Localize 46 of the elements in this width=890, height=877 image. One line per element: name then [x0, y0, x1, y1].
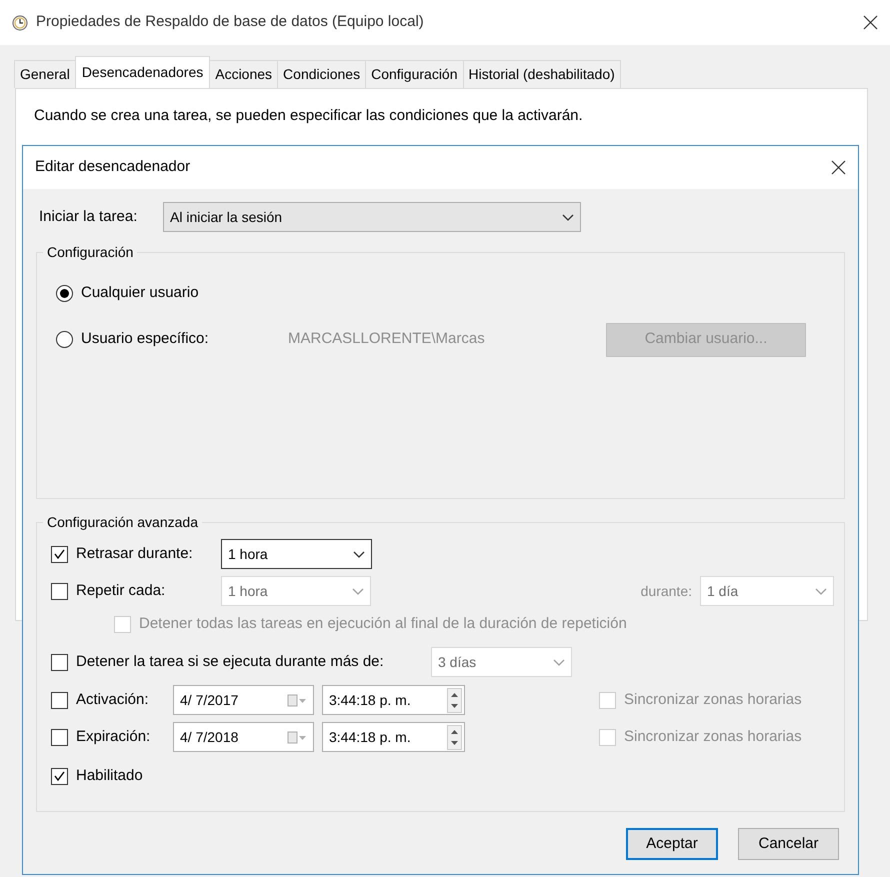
tab[interactable]: General	[14, 60, 76, 88]
spin-arrows-icon	[447, 724, 462, 750]
chevron-icon	[553, 658, 565, 666]
checkbox-label: Expiración:	[76, 726, 152, 747]
radio-button[interactable]	[56, 331, 73, 348]
checkbox-label: Habilitado	[76, 766, 143, 786]
start-task-label: Iniciar la tarea:	[39, 206, 138, 227]
dialog-button[interactable]: Cancelar	[738, 828, 839, 860]
radio-label: Usuario específico:	[81, 329, 210, 350]
chevron-icon	[352, 588, 364, 594]
time-field[interactable]: 3:44:18 p. m.	[322, 722, 465, 752]
clock-icon	[12, 14, 28, 30]
chevron-icon	[815, 588, 827, 594]
start-task-dropdown[interactable]: Al iniciar la sesión	[163, 202, 581, 232]
window-title: Propiedades de Respaldo de base de datos (Equipo local)	[36, 12, 424, 32]
radio-button[interactable]	[56, 284, 73, 302]
date-picker[interactable]: 4/ 7/2018	[173, 722, 314, 752]
chevron-icon	[353, 550, 365, 558]
dialog-button[interactable]: Aceptar	[626, 828, 718, 860]
calendar-icon	[287, 730, 307, 744]
checkbox[interactable]	[51, 728, 68, 746]
description-text: Cuando se crea una tarea, se pueden especificar las condiciones que la activarán.	[34, 106, 584, 126]
spin-arrows-icon	[447, 688, 462, 712]
chevron-icon	[562, 214, 574, 220]
close-icon[interactable]	[831, 160, 846, 175]
dialog-title: Editar desencadenador	[35, 157, 190, 178]
checkbox[interactable]	[51, 692, 68, 708]
date-picker[interactable]: 4/ 7/2017	[173, 685, 314, 715]
time-field[interactable]: 3:44:18 p. m.	[322, 685, 465, 715]
tab[interactable]: Desencadenadores	[74, 56, 210, 88]
radio-label: Cualquier usuario	[81, 283, 199, 303]
user-name-text: MARCASLLORENTE\Marcas	[288, 329, 486, 350]
duration-label: durante:	[640, 582, 692, 600]
close-icon[interactable]	[863, 15, 878, 30]
checkbox[interactable]	[51, 768, 68, 784]
checkbox-label: Detener todas las tareas en ejecución al final de la duración de repetición	[139, 614, 627, 634]
checkbox-label: Sincronizar zonas horarias	[624, 726, 802, 747]
checkbox-label: Repetir cada:	[76, 580, 166, 601]
checkbox-label: Retrasar durante:	[76, 544, 194, 564]
checkbox[interactable]	[51, 546, 68, 562]
calendar-icon	[287, 694, 307, 706]
checkbox-label: Activación:	[76, 690, 150, 710]
checkbox-label: Sincronizar zonas horarias	[624, 690, 802, 710]
tab[interactable]: Historial (deshabilitado)	[462, 60, 621, 88]
delay-dropdown[interactable]: 1 hora	[221, 539, 372, 569]
checkbox-label: Detener la tarea si se ejecuta durante más de:	[76, 652, 385, 672]
